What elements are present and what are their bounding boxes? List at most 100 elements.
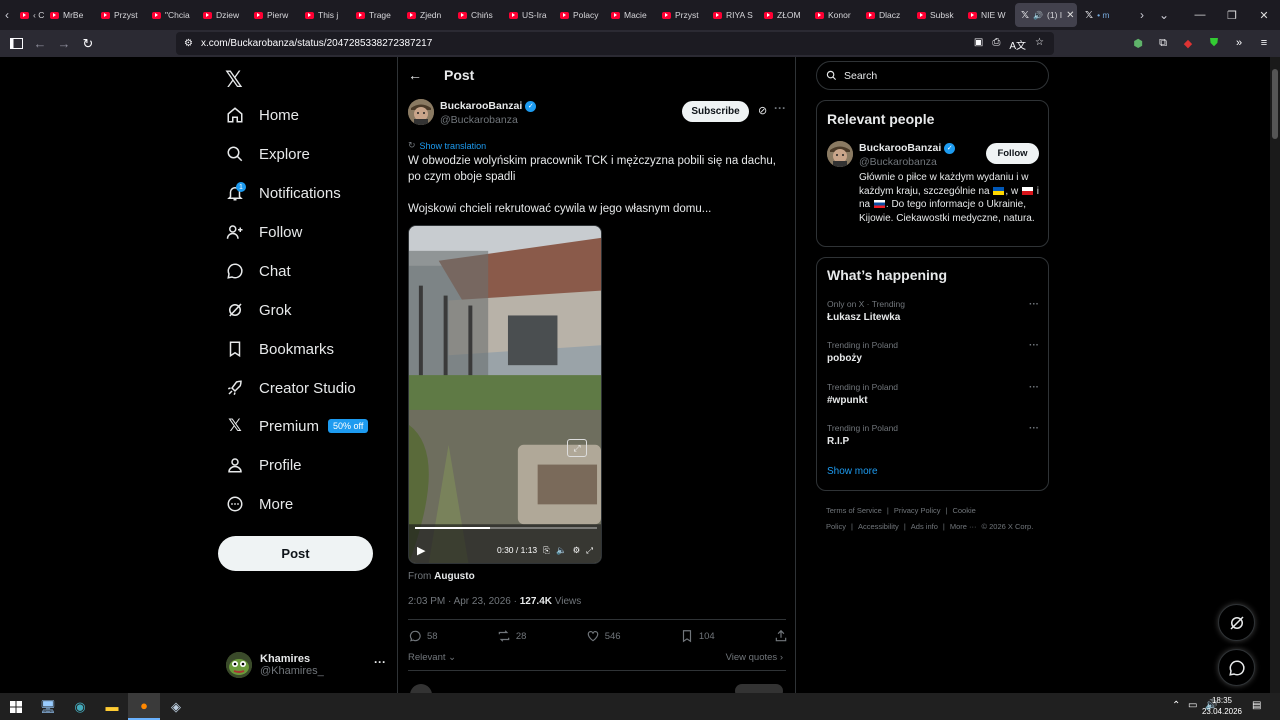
footer-link[interactable]: More ··· bbox=[950, 522, 977, 531]
sort-replies-dropdown[interactable]: Relevant ⌄ bbox=[408, 652, 456, 663]
author-handle[interactable]: @Buckarobanza bbox=[440, 114, 518, 126]
notifications-icon[interactable]: ▤ bbox=[1252, 700, 1261, 711]
share-button[interactable] bbox=[774, 622, 788, 650]
ublock-icon[interactable]: ◆ bbox=[1181, 36, 1195, 50]
show-translation-link[interactable]: ↻ Show translation bbox=[408, 140, 486, 151]
show-translation-label[interactable]: Show translation bbox=[420, 141, 487, 151]
trend-more-icon[interactable]: ··· bbox=[1029, 340, 1039, 351]
footer-link[interactable]: © 2026 X Corp. bbox=[982, 522, 1034, 531]
reply-button-partial[interactable] bbox=[735, 684, 783, 693]
post-more-icon[interactable]: ··· bbox=[774, 101, 786, 115]
repost-button[interactable]: 28 bbox=[497, 622, 526, 650]
browser-tab[interactable]: Pierw bbox=[248, 0, 299, 30]
nav-chat[interactable]: Chat bbox=[226, 256, 291, 286]
footer-link[interactable]: Privacy Policy bbox=[894, 506, 941, 515]
nav-explore[interactable]: Explore bbox=[226, 139, 310, 169]
browser-tab[interactable]: NIE W bbox=[962, 0, 1013, 30]
bookmark-star-icon[interactable]: ☆ bbox=[1035, 37, 1044, 52]
file-explorer-icon[interactable]: ▬ bbox=[96, 693, 128, 720]
sidebar-toggle-icon[interactable] bbox=[4, 30, 28, 57]
forward-icon[interactable]: → bbox=[52, 30, 76, 57]
firefox-icon[interactable]: ● bbox=[128, 693, 160, 720]
steam-icon[interactable]: ◉ bbox=[64, 693, 96, 720]
post-timestamp[interactable]: 2:03 PM · Apr 23, 2026 · bbox=[408, 596, 517, 607]
nav-bookmarks[interactable]: Bookmarks bbox=[226, 334, 334, 364]
fullscreen-icon[interactable]: ⤢ bbox=[586, 545, 593, 556]
search-placeholder[interactable]: Search bbox=[844, 70, 877, 82]
settings-icon[interactable]: ⚙ bbox=[573, 545, 581, 556]
x-logo-icon[interactable]: 𝕏 bbox=[225, 67, 243, 93]
messages-fab[interactable] bbox=[1218, 649, 1255, 686]
trend-item[interactable]: Trending in Poland R.I.P ··· bbox=[827, 423, 1039, 447]
screenshot-icon[interactable]: ⎙ bbox=[992, 37, 1000, 52]
app-menu-icon[interactable]: ≡ bbox=[1257, 36, 1271, 50]
browser-tab[interactable]: Trage bbox=[350, 0, 401, 30]
browser-tab[interactable]: RIYA S bbox=[707, 0, 758, 30]
bookmark-button[interactable]: 104 bbox=[680, 622, 715, 650]
browser-tab[interactable]: Dziew bbox=[197, 0, 248, 30]
browser-tab[interactable]: Subsk bbox=[911, 0, 962, 30]
search-box[interactable]: Search bbox=[816, 61, 1049, 90]
account-switcher[interactable]: Khamires @Khamires_ ··· bbox=[226, 647, 386, 683]
play-icon[interactable]: ▶ bbox=[417, 544, 425, 557]
nav-notifications[interactable]: 1 Notifications bbox=[226, 178, 341, 208]
scrollbar-thumb[interactable] bbox=[1272, 69, 1278, 139]
back-icon[interactable]: ← bbox=[28, 30, 52, 57]
footer-link[interactable]: Terms of Service bbox=[826, 506, 882, 515]
taskbar-clock[interactable]: 18:35 23.04.2026 bbox=[1202, 695, 1242, 717]
nav-profile[interactable]: Profile bbox=[226, 450, 302, 480]
reply-button[interactable]: 58 bbox=[408, 622, 438, 650]
browser-tab[interactable]: Polacy bbox=[554, 0, 605, 30]
captions-icon[interactable]: ⎘ bbox=[543, 545, 550, 556]
person-name[interactable]: BuckarooBanzai bbox=[859, 142, 941, 154]
reload-icon[interactable]: ↻ bbox=[76, 30, 100, 57]
adblock-icon[interactable]: ⛊ bbox=[1207, 36, 1221, 50]
back-arrow-icon[interactable]: ← bbox=[408, 67, 422, 83]
follow-button[interactable]: Follow bbox=[986, 143, 1039, 164]
windows-start-icon[interactable] bbox=[0, 693, 32, 720]
trend-item[interactable]: Trending in Poland poboży ··· bbox=[827, 340, 1039, 364]
video-progress-track[interactable] bbox=[415, 527, 597, 529]
browser-tab[interactable]: Macie bbox=[605, 0, 656, 30]
from-name[interactable]: Augusto bbox=[434, 571, 475, 582]
window-close-icon[interactable]: ✕ bbox=[1248, 0, 1280, 30]
overflow-menu-icon[interactable]: » bbox=[1232, 36, 1246, 50]
computer-icon[interactable]: 🖥 bbox=[32, 693, 64, 720]
tab-close-icon[interactable]: ✕ bbox=[1066, 10, 1077, 21]
nav-premium[interactable]: 𝕏 Premium 50% off bbox=[226, 411, 369, 441]
tray-chevron-icon[interactable]: ⌃ bbox=[1172, 700, 1180, 711]
view-quotes-link[interactable]: View quotes › bbox=[726, 652, 783, 663]
restore-icon[interactable]: ❐ bbox=[1216, 0, 1248, 30]
author-name[interactable]: BuckarooBanzai bbox=[440, 100, 522, 112]
browser-tab[interactable]: MrBe bbox=[44, 0, 95, 30]
browser-tab[interactable]: Dlacz bbox=[860, 0, 911, 30]
tab-scroll-left-icon[interactable]: ‹ bbox=[0, 0, 14, 30]
grok-analyze-icon[interactable]: ⊘ bbox=[758, 104, 767, 117]
browser-tab[interactable]: This j bbox=[299, 0, 350, 30]
page-scrollbar[interactable] bbox=[1270, 57, 1280, 693]
app-icon[interactable]: ◈ bbox=[160, 693, 192, 720]
like-button[interactable]: 546 bbox=[586, 622, 621, 650]
browser-tab[interactable]: Przyst bbox=[95, 0, 146, 30]
tab-x-other[interactable]: 𝕏 • m bbox=[1079, 0, 1131, 30]
browser-tab[interactable]: Zjedn bbox=[401, 0, 452, 30]
nav-follow[interactable]: Follow bbox=[226, 217, 302, 247]
author-name-row[interactable]: BuckarooBanzai ✓ bbox=[440, 100, 537, 112]
person-handle[interactable]: @Buckarobanza bbox=[859, 156, 937, 168]
picture-in-picture-icon[interactable]: ▣ bbox=[974, 37, 983, 52]
address-bar[interactable]: ⚙ x.com/Buckarobanza/status/204728533827… bbox=[176, 32, 1054, 55]
translate-icon[interactable]: A文 bbox=[1009, 37, 1026, 52]
browser-tab[interactable]: ‹ C bbox=[14, 0, 44, 30]
account-more-icon[interactable]: ··· bbox=[374, 655, 386, 669]
show-more-link[interactable]: Show more bbox=[827, 466, 878, 477]
post-button[interactable]: Post bbox=[218, 536, 373, 571]
trend-item[interactable]: Only on X · Trending Łukasz Litewka ··· bbox=[827, 299, 1039, 323]
video-player[interactable]: ⤢ ▶ 0:30 / 1:13 ⎘ 🔈 ⚙ ⤢ bbox=[408, 225, 602, 564]
browser-tab[interactable]: Przyst bbox=[656, 0, 707, 30]
browser-tab[interactable]: "Chcia bbox=[146, 0, 197, 30]
tab-active-x[interactable]: 𝕏 🔊 (1) I ✕ bbox=[1015, 3, 1077, 27]
person-name-row[interactable]: BuckarooBanzai ✓ bbox=[859, 142, 956, 154]
fullscreen-overlay-icon[interactable]: ⤢ bbox=[567, 439, 587, 457]
volume-icon[interactable]: 🔈 bbox=[556, 545, 567, 556]
browser-tab[interactable]: US-Ira bbox=[503, 0, 554, 30]
